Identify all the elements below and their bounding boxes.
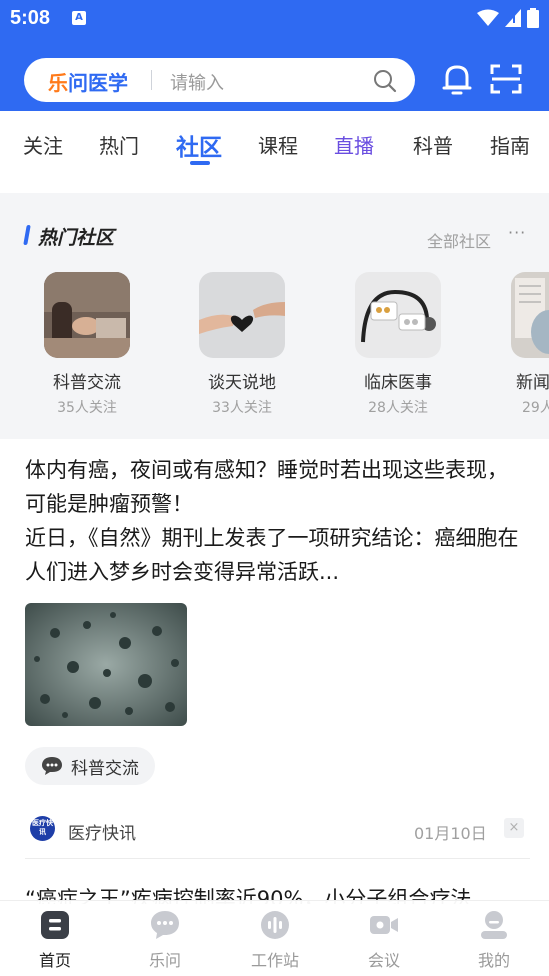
nav-label: 首页 (38, 951, 71, 970)
nav-meetings[interactable]: 会议 (344, 909, 424, 971)
category-tabs: 关注 热门 社区 课程 直播 科普 指南 (0, 111, 549, 193)
status-time: 5:08 (10, 7, 51, 29)
community-followers: 33人关注 (212, 400, 272, 416)
tab-hot[interactable]: 热门 (99, 130, 139, 159)
nav-label: 工作站 (250, 951, 299, 970)
community-thumbnail (511, 272, 549, 358)
bottom-navigation: 首页 乐问 工作站 会议 我的 (0, 900, 549, 976)
post-image[interactable] (25, 603, 187, 726)
home-icon (41, 911, 69, 939)
signal-icon (505, 9, 521, 27)
community-name: 科普交流 (53, 373, 121, 393)
nav-ask[interactable]: 乐问 (125, 909, 205, 971)
community-followers: 28人关注 (368, 400, 428, 416)
community-name: 临床医事 (364, 373, 432, 393)
source-name[interactable]: 医疗快讯 (68, 819, 136, 844)
community-thumbnail (199, 272, 285, 358)
chat-bubble-icon (42, 757, 62, 775)
post-title: 体内有癌，夜间或有感知？睡觉时若出现这些表现，可能是肿瘤预警！ (25, 458, 508, 516)
post-date: 01月10日 (414, 824, 487, 843)
profile-icon (481, 911, 507, 939)
active-tab-indicator (190, 161, 210, 165)
search-separator (151, 70, 152, 90)
community-thumbnail (44, 272, 130, 358)
community-name: 新闻 (516, 373, 549, 393)
community-thumbnail (355, 272, 441, 358)
community-item[interactable]: 新闻 29人 (494, 272, 549, 417)
scan-icon[interactable] (490, 64, 522, 94)
more-icon[interactable]: ··· (508, 223, 526, 242)
search-input[interactable]: 请输入 (170, 69, 224, 95)
video-icon (370, 916, 398, 934)
all-communities-link[interactable]: 全部社区 (427, 228, 491, 252)
workstation-icon (261, 911, 289, 939)
tab-community[interactable]: 社区 (176, 128, 222, 162)
dismiss-button[interactable]: × (504, 818, 524, 838)
tab-live[interactable]: 直播 (334, 130, 374, 159)
search-icon[interactable] (373, 69, 397, 93)
post-body: 近日，《自然》期刊上发表了一项研究结论：癌细胞在人们进入梦乡时会变得异常活跃..… (25, 526, 519, 584)
status-bar: 5:08 A (0, 0, 549, 36)
nav-profile[interactable]: 我的 (454, 909, 534, 971)
chat-icon (151, 911, 179, 939)
community-tag[interactable]: 科普交流 (25, 747, 155, 785)
section-title: 热门社区 (38, 227, 115, 249)
tab-courses[interactable]: 课程 (258, 130, 298, 159)
community-followers: 35人关注 (57, 400, 117, 416)
wifi-icon (477, 9, 499, 26)
community-item[interactable]: 科普交流 35人关注 (27, 272, 147, 417)
notification-icon: A (72, 11, 86, 25)
search-bar[interactable]: 乐问医学 请输入 (24, 58, 415, 102)
nav-home[interactable]: 首页 (15, 909, 95, 971)
app-logo: 乐问医学 (48, 71, 128, 95)
tab-follow[interactable]: 关注 (23, 130, 63, 159)
top-header: 5:08 A 乐问医学 请输入 (0, 0, 549, 111)
nav-workstation[interactable]: 工作站 (235, 909, 315, 971)
community-item[interactable]: 谈天说地 33人关注 (182, 272, 302, 417)
bell-icon[interactable] (440, 62, 474, 96)
nav-label: 乐问 (148, 951, 181, 970)
section-accent-bar (23, 225, 31, 245)
status-icons (477, 8, 539, 28)
hot-community-section: 热门社区 全部社区 ··· 科普交流 35人关注 谈天说地 33人关注 临床医事… (0, 193, 549, 439)
tab-guides[interactable]: 指南 (490, 130, 530, 159)
post-content[interactable]: 体内有癌，夜间或有感知？睡觉时若出现这些表现，可能是肿瘤预警！ 近日，《自然》期… (25, 453, 525, 589)
community-followers: 29人 (522, 400, 549, 416)
tab-science[interactable]: 科普 (413, 130, 453, 159)
battery-icon (527, 8, 539, 28)
nav-label: 我的 (477, 951, 510, 970)
virus-image (25, 603, 187, 726)
divider (25, 858, 530, 859)
community-item[interactable]: 临床医事 28人关注 (338, 272, 458, 417)
nav-label: 会议 (367, 951, 400, 970)
community-tag-label: 科普交流 (71, 758, 139, 779)
community-name: 谈天说地 (208, 373, 276, 393)
source-logo: 医疗快讯 (30, 816, 55, 841)
